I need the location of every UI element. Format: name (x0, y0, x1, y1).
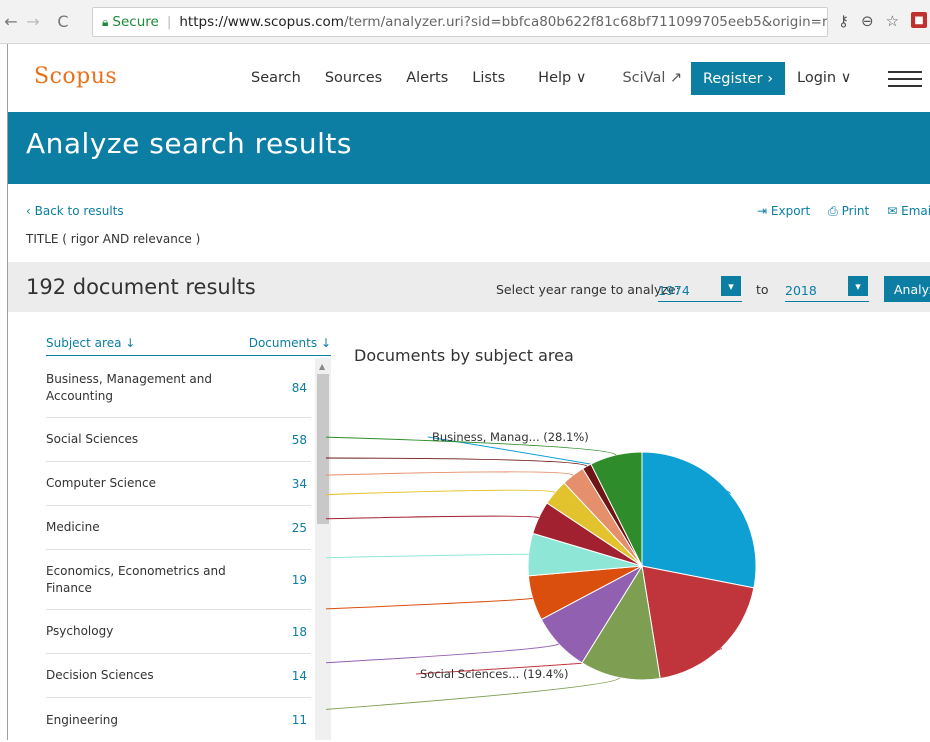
results-count: 192 document results (26, 275, 256, 299)
table-header: Subject area ↓ Documents ↓ (46, 336, 331, 356)
table-row[interactable]: Business, Management and Accounting 84 (46, 358, 311, 418)
pie-leader-line (326, 597, 533, 610)
subject-name: Engineering (46, 712, 118, 727)
page-title: Analyze search results (26, 127, 352, 160)
login-menu[interactable]: Login ∨ (797, 70, 851, 86)
pie-leader-line (326, 515, 539, 520)
url-path: /term/analyzer.uri?sid=bbfca80b622f81c68… (343, 14, 828, 30)
document-count[interactable]: 25 (292, 521, 307, 535)
export-icon: ⇥ (757, 204, 768, 218)
lock-icon: 🔒︎ (102, 14, 109, 29)
subject-name: Computer Science (46, 476, 156, 490)
pie-leader-line (326, 457, 588, 467)
page-banner: Analyze search results (8, 112, 930, 184)
key-icon[interactable]: ⚷ (838, 12, 849, 30)
nav-sources[interactable]: Sources (325, 70, 382, 86)
subject-name: Medicine (46, 520, 100, 534)
analyze-button[interactable]: Analyze (884, 276, 930, 302)
table-row[interactable]: Economics, Econometrics and Finance 19 (46, 550, 311, 610)
analysis-content: Subject area ↓ Documents ↓ Business, Man… (26, 312, 930, 740)
subject-name: Economics, Econometrics and Finance (46, 563, 226, 595)
print-icon: ⎙ (828, 204, 838, 218)
table-row[interactable]: Engineering 11 (46, 698, 311, 742)
document-count[interactable]: 11 (292, 713, 307, 727)
pie-leader-line (326, 677, 621, 710)
print-button[interactable]: ⎙ Print (828, 204, 869, 219)
nav-scival[interactable]: SciVal ↗ (622, 70, 682, 86)
chevron-down-icon[interactable]: ▾ (848, 276, 868, 296)
back-arrow-icon[interactable]: ← (0, 12, 22, 31)
pie-leader-line (326, 553, 529, 559)
scopus-logo[interactable]: Scopus (34, 64, 117, 89)
pie-leader-line (326, 643, 560, 664)
zoom-icon[interactable]: ⊖ (861, 12, 874, 30)
pie-leader-line (326, 489, 556, 496)
secure-label: Secure (112, 14, 159, 30)
nav-help[interactable]: Help ∨ (538, 70, 586, 86)
address-bar[interactable]: 🔒︎ Secure | https://www.scopus.com/term/… (92, 7, 828, 37)
document-count[interactable]: 14 (292, 669, 307, 683)
url-host: https://www.scopus.com (179, 14, 344, 30)
nav-lists[interactable]: Lists (472, 70, 505, 86)
subject-table: Business, Management and Accounting 84 So… (46, 358, 311, 742)
url-separator: | (166, 14, 172, 30)
subject-name: Business, Management and Accounting (46, 371, 212, 403)
to-label: to (756, 282, 769, 297)
table-row[interactable]: Decision Sciences 14 (46, 654, 311, 698)
document-count[interactable]: 58 (292, 433, 307, 447)
year-range-label: Select year range to analyze: (496, 282, 680, 297)
chart-title: Documents by subject area (354, 346, 574, 365)
pie-chart: Business, Manag... (28.1%)Social Science… (326, 430, 757, 710)
search-query: TITLE ( rigor AND relevance ) (26, 232, 201, 246)
nav-search[interactable]: Search (251, 70, 301, 86)
document-count[interactable]: 34 (292, 477, 307, 491)
pie-leader-line (326, 471, 574, 476)
back-to-results-link[interactable]: ‹ Back to results (26, 204, 124, 218)
export-button[interactable]: ⇥ Export (757, 204, 810, 219)
document-count[interactable]: 19 (292, 573, 307, 587)
email-button[interactable]: ✉ Email (887, 204, 930, 219)
page-actions: ⇥ Export ⎙ Print ✉ Email (757, 204, 930, 219)
subject-name: Decision Sciences (46, 668, 154, 682)
email-label: Email (901, 204, 930, 218)
chevron-down-icon[interactable]: ▾ (721, 276, 741, 296)
email-icon: ✉ (887, 204, 898, 218)
register-button[interactable]: Register › (691, 62, 785, 95)
table-row[interactable]: Social Sciences 58 (46, 418, 311, 462)
scroll-up-icon[interactable]: ▲ (319, 362, 325, 371)
document-count[interactable]: 18 (292, 625, 307, 639)
nav-alerts[interactable]: Alerts (406, 70, 448, 86)
top-navigation: Scopus Search Sources Alerts Lists Help … (8, 44, 930, 112)
hamburger-menu-icon[interactable] (888, 71, 922, 92)
print-label: Print (841, 204, 870, 218)
table-row[interactable]: Psychology 18 (46, 610, 311, 654)
table-row[interactable]: Computer Science 34 (46, 462, 311, 506)
browser-icons: ⚷ ⊖ ☆ ■ (838, 12, 928, 30)
results-bar: 192 document results Select year range t… (8, 262, 930, 312)
export-label: Export (770, 204, 811, 218)
subject-area-header[interactable]: Subject area ↓ (46, 336, 135, 350)
forward-arrow-icon[interactable]: → (22, 12, 44, 31)
extension-icon[interactable]: ■ (911, 12, 928, 28)
subject-name: Social Sciences (46, 432, 139, 446)
pie-slice[interactable] (641, 451, 757, 589)
reload-icon[interactable]: C (52, 12, 74, 31)
window-left-edge (0, 44, 8, 740)
star-icon[interactable]: ☆ (886, 12, 899, 30)
pie-slice-label: Social Sciences... (19.4%) (420, 667, 568, 681)
nav-menu: Search Sources Alerts Lists Help ∨ SciVa… (251, 70, 706, 86)
documents-header[interactable]: Documents ↓ (249, 336, 331, 350)
subject-name: Psychology (46, 624, 114, 638)
document-count[interactable]: 84 (292, 381, 307, 395)
table-row[interactable]: Medicine 25 (46, 506, 311, 550)
browser-toolbar: ← → C 🔒︎ Secure | https://www.scopus.com… (0, 0, 930, 44)
